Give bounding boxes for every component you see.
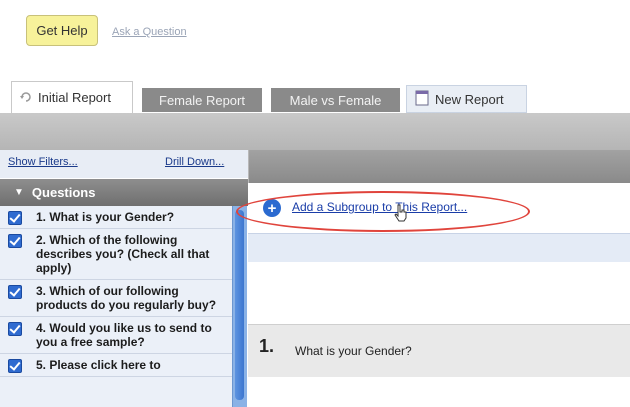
subgroup-strip bbox=[248, 233, 630, 263]
hand-cursor-icon bbox=[394, 204, 408, 227]
document-icon bbox=[415, 90, 429, 109]
question-list: 1. What is your Gender? 2. Which of the … bbox=[0, 206, 232, 407]
toolbar-band bbox=[0, 113, 630, 150]
scrollbar-thumb[interactable] bbox=[235, 210, 244, 400]
question-number: 1. bbox=[259, 336, 275, 356]
show-filters-link[interactable]: Show Filters... bbox=[8, 156, 78, 168]
tab-label: Initial Report bbox=[38, 90, 111, 105]
checkbox[interactable] bbox=[8, 234, 22, 248]
report-blank-area bbox=[248, 262, 630, 324]
checkbox[interactable] bbox=[8, 285, 22, 299]
triangle-down-icon: ▼ bbox=[14, 187, 24, 198]
list-item[interactable]: 1. What is your Gender? bbox=[0, 206, 232, 229]
question-label: 1. What is your Gender? bbox=[36, 210, 175, 224]
question-label: 2. Which of the following describes you?… bbox=[36, 233, 210, 275]
highlight-oval bbox=[236, 191, 530, 232]
checkbox[interactable] bbox=[8, 322, 22, 336]
question-label: 5. Please click here to bbox=[36, 358, 161, 372]
report-body bbox=[248, 377, 630, 407]
tab-female-report[interactable]: Female Report bbox=[142, 88, 262, 112]
drill-down-link[interactable]: Drill Down... bbox=[165, 156, 224, 168]
questions-header[interactable]: ▼ Questions bbox=[0, 179, 248, 206]
report-header-band bbox=[248, 150, 630, 183]
list-item[interactable]: 3. Which of our following products do yo… bbox=[0, 280, 232, 317]
get-help-button[interactable]: Get Help bbox=[26, 15, 98, 46]
tab-new-report[interactable]: New Report bbox=[406, 85, 527, 113]
question-label: 4. Would you like us to send to you a fr… bbox=[36, 321, 212, 349]
ask-question-link[interactable]: Ask a Question bbox=[112, 26, 187, 38]
question-label: 3. Which of our following products do yo… bbox=[36, 284, 217, 312]
tab-male-vs-female[interactable]: Male vs Female bbox=[271, 88, 400, 112]
tab-label: Male vs Female bbox=[289, 92, 382, 108]
checkbox[interactable] bbox=[8, 359, 22, 373]
tab-label: Female Report bbox=[159, 92, 245, 108]
question-title: What is your Gender? bbox=[295, 344, 412, 358]
tab-label: New Report bbox=[435, 91, 504, 107]
refresh-icon bbox=[20, 90, 32, 105]
checkbox[interactable] bbox=[8, 211, 22, 225]
list-item[interactable]: 4. Would you like us to send to you a fr… bbox=[0, 317, 232, 354]
tab-initial-report[interactable]: Initial Report bbox=[11, 81, 133, 113]
questions-header-label: Questions bbox=[31, 185, 96, 200]
list-item[interactable]: 2. Which of the following describes you?… bbox=[0, 229, 232, 280]
list-item[interactable]: 5. Please click here to bbox=[0, 354, 232, 377]
